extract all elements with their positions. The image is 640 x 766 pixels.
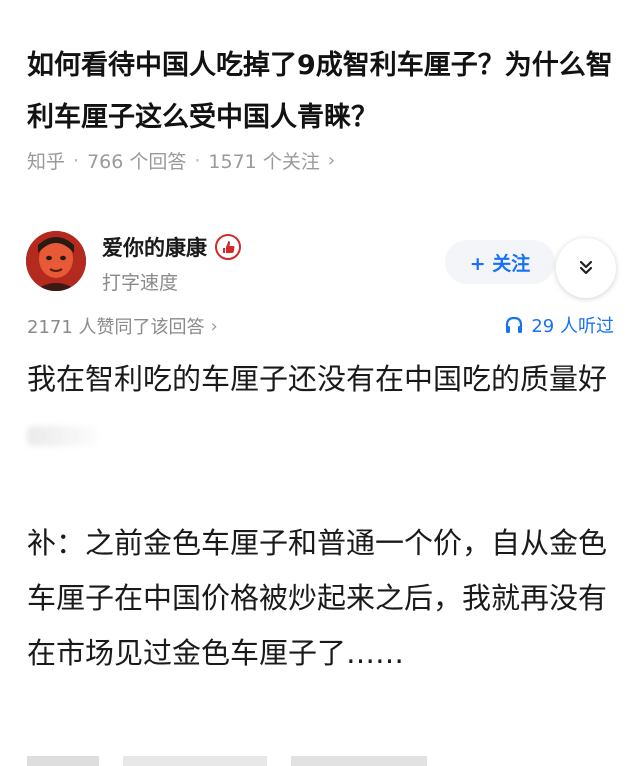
question-title[interactable]: 如何看待中国人吃掉了9成智利车厘子？为什么智利车厘子这么受中国人青睐？ [27,40,617,144]
upvote-count-row[interactable]: 2171 人赞同了该回答 › [27,313,218,339]
red-badge-icon [215,234,241,260]
separator-dot: · [73,149,80,172]
avatar[interactable] [26,231,86,291]
blurred-watermark [27,426,97,446]
follow-button[interactable]: + 关注 [445,240,555,284]
source-label[interactable]: 知乎 [27,147,65,174]
followers-count[interactable]: 1571 个关注 [208,147,319,174]
question-meta: 知乎 · 766 个回答 · 1571 个关注 › [27,147,335,174]
cut-off-text [27,756,427,766]
upvote-count: 2171 人赞同了该回答 [27,317,205,338]
chevron-right-icon[interactable]: › [328,150,335,171]
answer-paragraph: 补：之前金色车厘子和普通一个价，自从金色车厘子在中国价格被炒起来之后，我就再没有… [27,526,608,670]
chevron-double-down-icon[interactable] [556,238,616,298]
headphones-icon [506,316,523,333]
listen-count: 29 人听过 [531,316,614,337]
listen-button[interactable]: 29 人听过 [504,312,614,338]
answer-body: 我在智利吃的车厘子还没有在中国吃的质量好 补：之前金色车厘子和普通一个价，自从金… [27,352,617,681]
author-name-row: 爱你的康康 [102,232,241,262]
separator-dot: · [194,149,201,172]
answers-count[interactable]: 766 个回答 [87,147,186,174]
author-name[interactable]: 爱你的康康 [102,232,207,262]
answer-paragraph: 我在智利吃的车厘子还没有在中国吃的质量好 [27,362,608,396]
author-subtitle: 打字速度 [102,272,179,294]
chevron-right-icon: › [210,315,218,337]
